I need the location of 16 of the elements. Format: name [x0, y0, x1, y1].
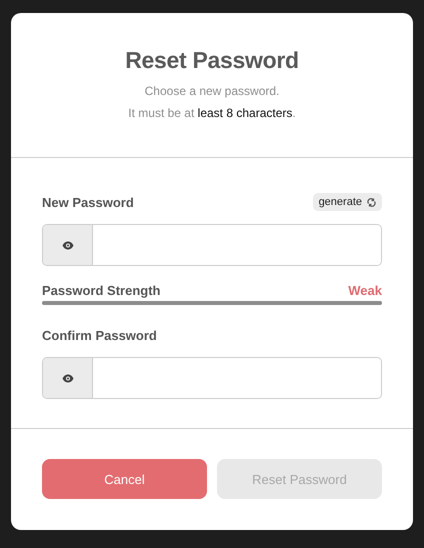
password-field[interactable]	[42, 357, 382, 399]
strength-label: Password Strength	[42, 282, 160, 298]
refresh-icon	[367, 198, 376, 206]
cancel-button[interactable]: Cancel	[42, 459, 207, 499]
requirement-text: It must be at least 8 characters.	[128, 106, 296, 120]
generate-button[interactable]: generate	[312, 193, 382, 211]
field-label: New Password	[42, 194, 134, 210]
field-label: Confirm Password	[42, 328, 157, 342]
strength-rating: Weak	[348, 282, 382, 298]
eye-icon	[62, 240, 74, 250]
dialog-subtitle: Choose a new password.	[144, 84, 280, 98]
eye-icon	[62, 374, 74, 382]
password-field[interactable]	[42, 224, 382, 266]
dialog-title: Reset Password	[125, 47, 299, 74]
show-password-button[interactable]	[43, 358, 93, 398]
show-password-button[interactable]	[43, 225, 93, 265]
